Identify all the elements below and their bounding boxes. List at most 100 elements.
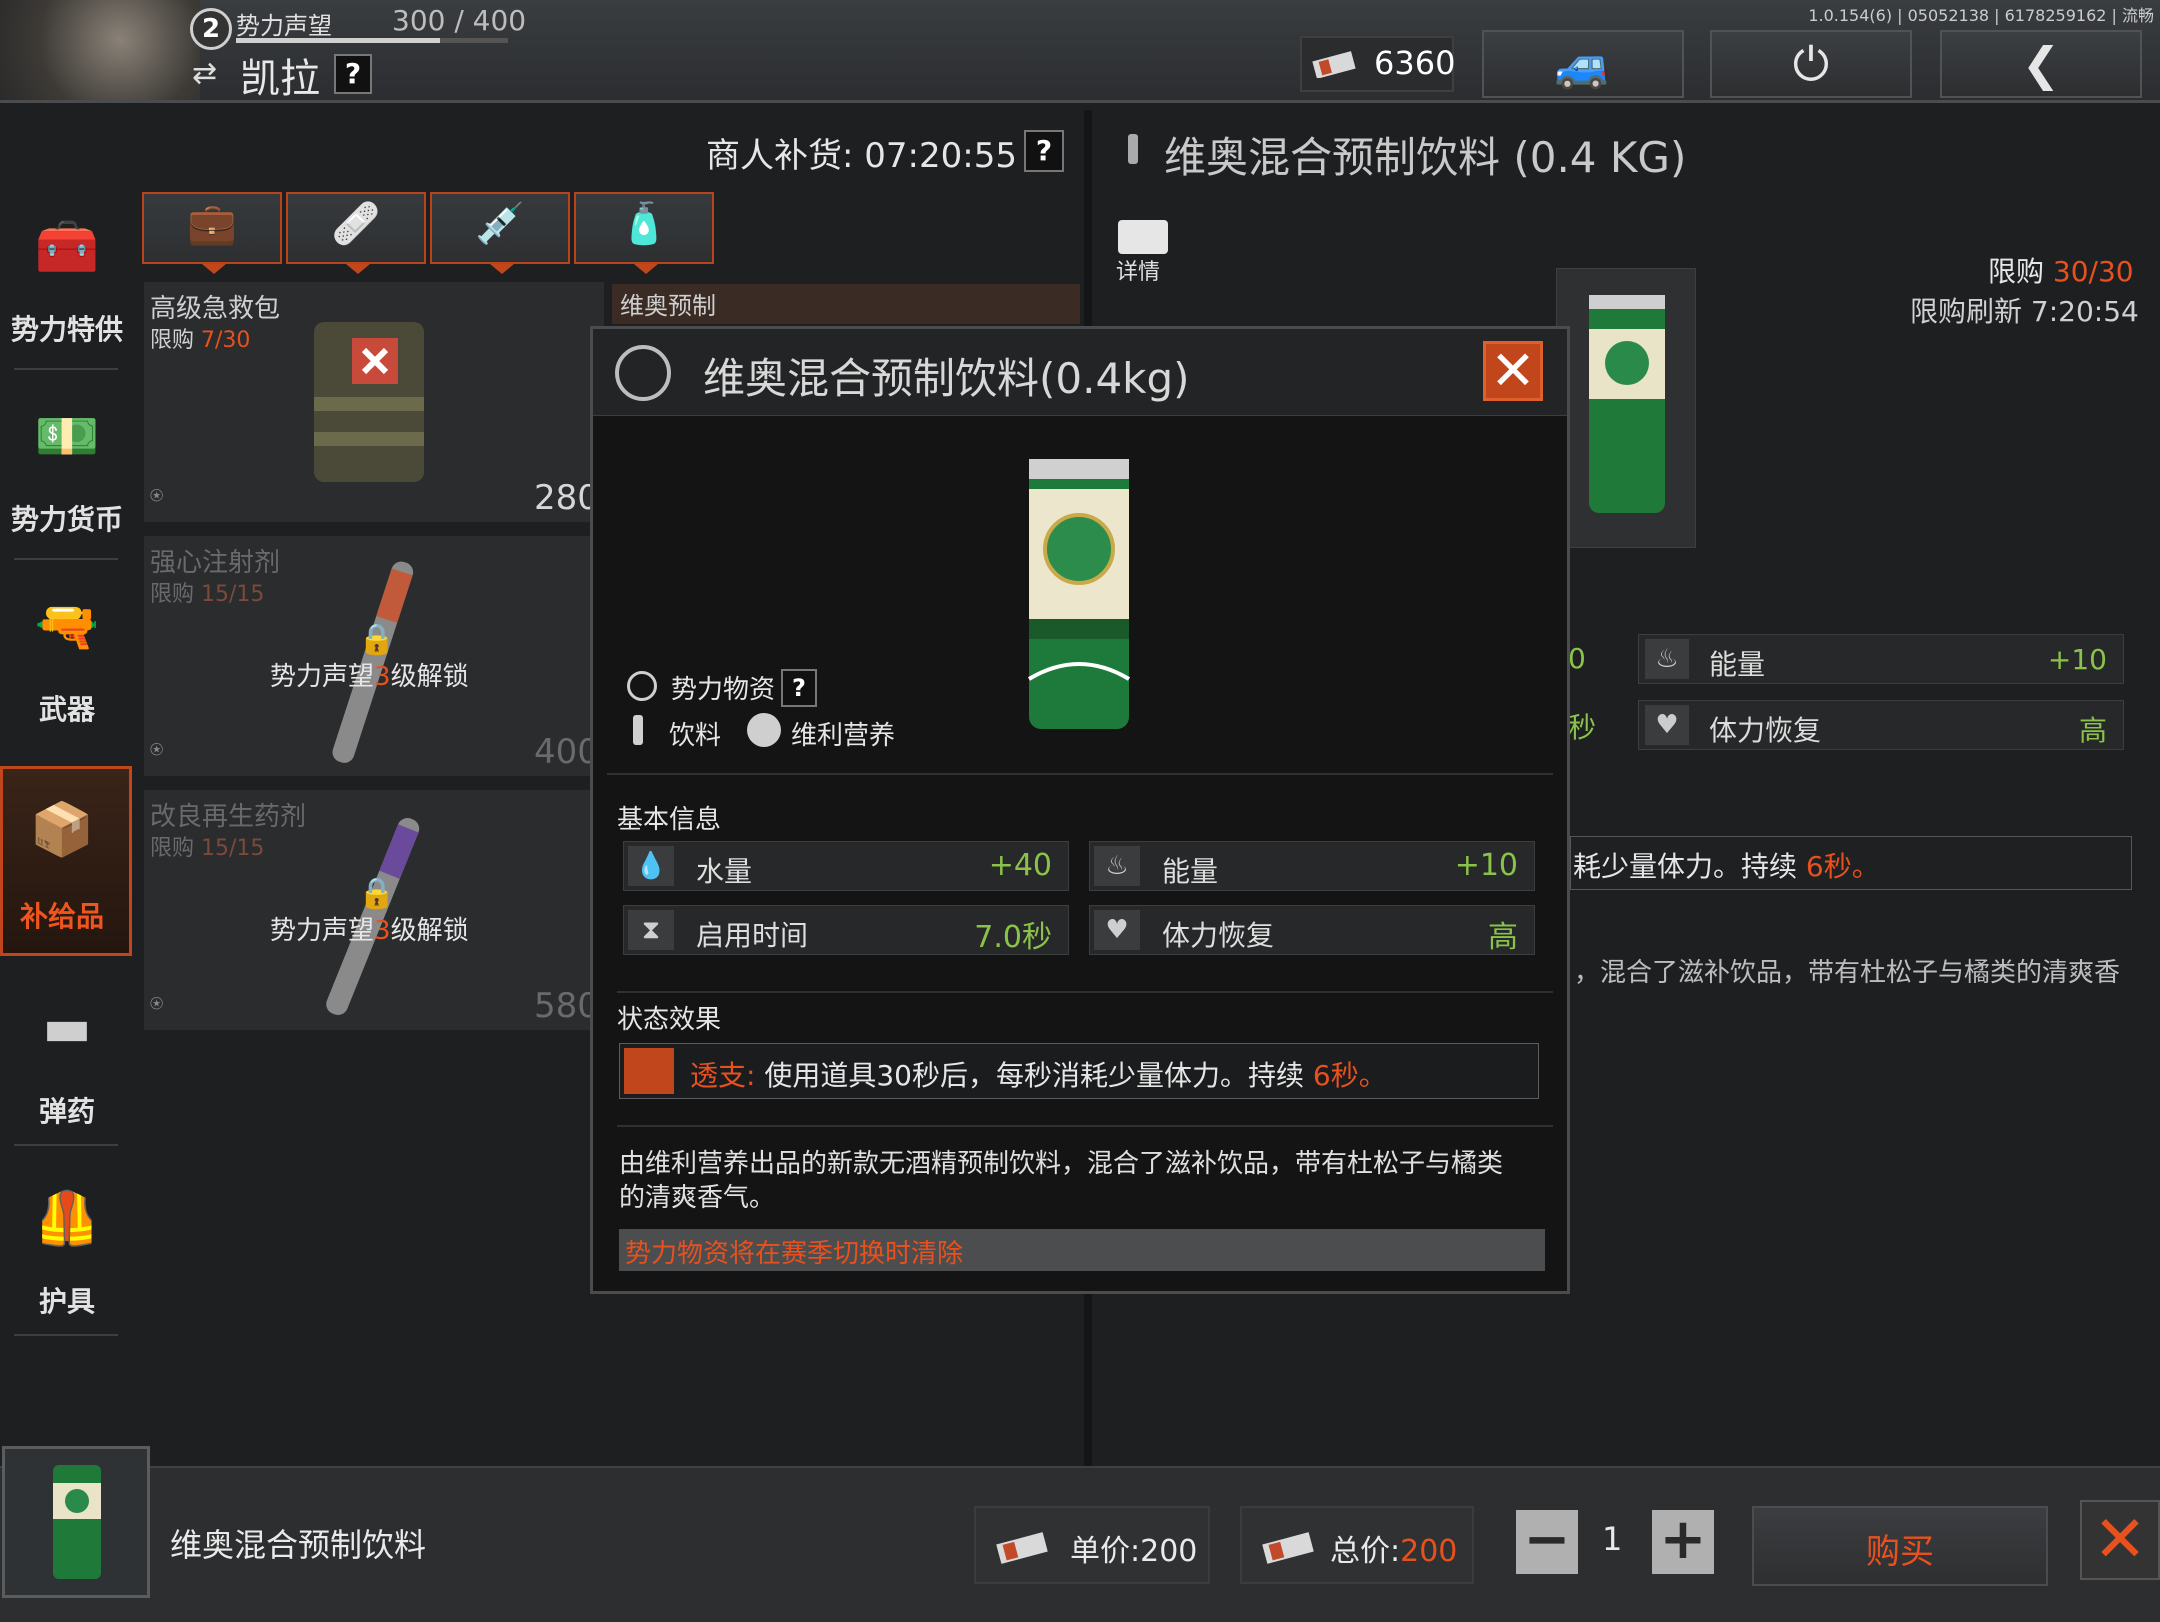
- status-effect-heading: 状态效果: [617, 1005, 722, 1035]
- currency-value: 6360: [1374, 44, 1456, 82]
- subtab-medkit[interactable]: 💼: [142, 192, 282, 274]
- jeep-icon: 🚙: [1554, 37, 1612, 91]
- details-label[interactable]: 详情: [1116, 254, 1160, 286]
- unlock-requirement: 势力声望3级解锁: [270, 662, 469, 692]
- item-card[interactable]: 改良再生药剂 限购 15/15 🔒 势力声望3级解锁 ⍟ 580: [144, 790, 604, 1030]
- nav-label: 武器: [38, 693, 95, 726]
- status-effect-text: 透支: 使用道具30秒后，每秒消耗少量体力。持续 6秒。: [690, 1059, 1387, 1092]
- tag-drink: 饮料: [669, 721, 722, 751]
- drink-can-image: [1589, 295, 1665, 513]
- toolbox-icon: 🧰: [34, 217, 100, 277]
- vehicle-button[interactable]: 🚙: [1482, 30, 1684, 98]
- power-button[interactable]: ⏻: [1710, 30, 1912, 98]
- nav-label: 护具: [38, 1285, 95, 1318]
- quantity-decrease-button[interactable]: −: [1516, 1510, 1578, 1574]
- nav-armor[interactable]: 🦺 护具: [8, 1158, 126, 1334]
- swap-faction-icon[interactable]: ⇄: [192, 56, 217, 91]
- nav-weapons[interactable]: 🔫 武器: [8, 566, 126, 742]
- medkit-bag-image: [314, 322, 424, 482]
- item-name: 改良再生药剂: [150, 802, 307, 832]
- stat-label: 能量: [1709, 648, 1766, 681]
- limit-refresh-timer: 限购刷新 7:20:54: [1910, 295, 2139, 328]
- faction-help-button[interactable]: ?: [334, 54, 372, 94]
- reputation-bar-fill: [236, 38, 440, 43]
- tag-brand: 维利营养: [791, 721, 896, 751]
- close-purchase-button[interactable]: ✕: [2080, 1500, 2160, 1580]
- stat-water: 💧 水量 +40: [623, 841, 1069, 891]
- purchase-limit: 限购 30/30: [1988, 255, 2134, 288]
- quantity-increase-button[interactable]: +: [1652, 1510, 1714, 1574]
- faction-portrait[interactable]: [0, 0, 200, 100]
- stat-stamina: ♥ 体力恢复 高: [1638, 700, 2124, 750]
- item-preview: [1556, 268, 1696, 548]
- nav-supplies[interactable]: 📦 补给品: [0, 766, 132, 956]
- detail-title: 维奥混合预制饮料 (0.4 KG): [1164, 133, 1687, 182]
- stat-label: 能量: [1162, 855, 1219, 888]
- version-text: 1.0.154(6) | 05052138 | 6178259162 | 流畅: [1808, 6, 2154, 25]
- stat-use-time: ⧗ 启用时间 7.0秒: [623, 905, 1069, 955]
- divider: [14, 558, 118, 560]
- heart-bolt-icon: ♥: [1094, 910, 1140, 950]
- faction-tag-icon: ⍟: [150, 484, 164, 509]
- divider: [14, 368, 118, 370]
- hourglass-icon: ⧗: [628, 910, 674, 950]
- stat-energy: ♨ 能量 +10: [1089, 841, 1535, 891]
- buy-button[interactable]: 购买: [1752, 1506, 2048, 1586]
- restock-help-button[interactable]: ?: [1024, 130, 1064, 172]
- modal-close-button[interactable]: ✕: [1483, 341, 1543, 401]
- stat-label: 启用时间: [696, 919, 809, 952]
- drink-can-image: [53, 1465, 101, 1579]
- stat-value: +10: [2047, 643, 2107, 676]
- rifle-icon: 🔫: [34, 597, 100, 657]
- back-button[interactable]: ❮: [1940, 30, 2142, 98]
- nav-ammo[interactable]: ▬ 弹药: [8, 968, 126, 1144]
- nav-faction-special[interactable]: 🧰 势力特供: [8, 186, 126, 362]
- quantity-value: 1: [1602, 1520, 1623, 1558]
- nav-label: 弹药: [38, 1095, 95, 1128]
- tag-help-button[interactable]: ?: [781, 669, 817, 707]
- stat-label: 水量: [696, 855, 753, 888]
- divider: [617, 991, 1553, 993]
- total-price-label: 总价:200: [1330, 1534, 1458, 1569]
- item-card[interactable]: 高级急救包 限购 7/30 ⍟ 280: [144, 282, 604, 522]
- item-detail-modal: 维奥混合预制饮料(0.4kg) ✕ 势力物资 ? 饮料 维利营养 基本信息 💧 …: [590, 326, 1570, 1294]
- modal-title: 维奥混合预制饮料(0.4kg): [703, 354, 1190, 403]
- bottle-icon: [1128, 134, 1138, 164]
- subtab-bandage[interactable]: 🩹: [286, 192, 426, 274]
- divider: [607, 773, 1553, 775]
- rank-badge: 2: [190, 8, 232, 50]
- currency-display: 6360: [1300, 36, 1456, 92]
- selected-item-name: 维奥混合预制饮料: [170, 1526, 427, 1564]
- lock-icon: 🔒: [358, 622, 396, 657]
- tab-arrow: [490, 264, 514, 274]
- unlock-requirement: 势力声望3级解锁: [270, 916, 469, 946]
- status-effect: 透支: 使用道具30秒后，每秒消耗少量体力。持续 6秒。: [619, 1043, 1539, 1099]
- details-icon[interactable]: [1118, 220, 1168, 254]
- subtab-injector[interactable]: 💉: [430, 192, 570, 274]
- tag-faction-supply: 势力物资: [671, 675, 776, 705]
- basic-info-heading: 基本信息: [617, 805, 722, 835]
- nav-faction-currency[interactable]: 💵 势力货币: [8, 376, 126, 552]
- unit-price-label: 单价:200: [1070, 1534, 1198, 1569]
- stat-fragment: 秒: [1568, 711, 1597, 744]
- bottle-icon: 🧴: [619, 201, 669, 247]
- cash-icon: [996, 1532, 1048, 1564]
- drink-can-image: [1027, 459, 1131, 729]
- item-card-selected[interactable]: 维奥预制: [612, 284, 1080, 324]
- power-icon: ⏻: [1792, 37, 1830, 91]
- modal-header: 维奥混合预制饮料(0.4kg) ✕: [593, 329, 1567, 416]
- water-drop-icon: 💧: [628, 846, 674, 886]
- stat-label: 体力恢复: [1162, 919, 1275, 952]
- item-card[interactable]: 强心注射剂 限购 15/15 🔒 势力声望3级解锁 ⍟ 400: [144, 536, 604, 776]
- faction-name[interactable]: 凯拉: [240, 46, 320, 104]
- subtab-drink[interactable]: 🧴: [574, 192, 714, 274]
- tab-arrow: [346, 264, 370, 274]
- supply-box-icon: 📦: [29, 800, 95, 860]
- item-limit: 限购 15/15: [150, 582, 265, 607]
- exhaustion-icon: [624, 1048, 674, 1094]
- stomach-icon: ♨: [1645, 639, 1689, 679]
- tab-arrow: [634, 264, 658, 274]
- cash-icon: [1312, 51, 1356, 78]
- brand-logo-icon: [747, 713, 781, 747]
- stat-value: +40: [988, 848, 1052, 883]
